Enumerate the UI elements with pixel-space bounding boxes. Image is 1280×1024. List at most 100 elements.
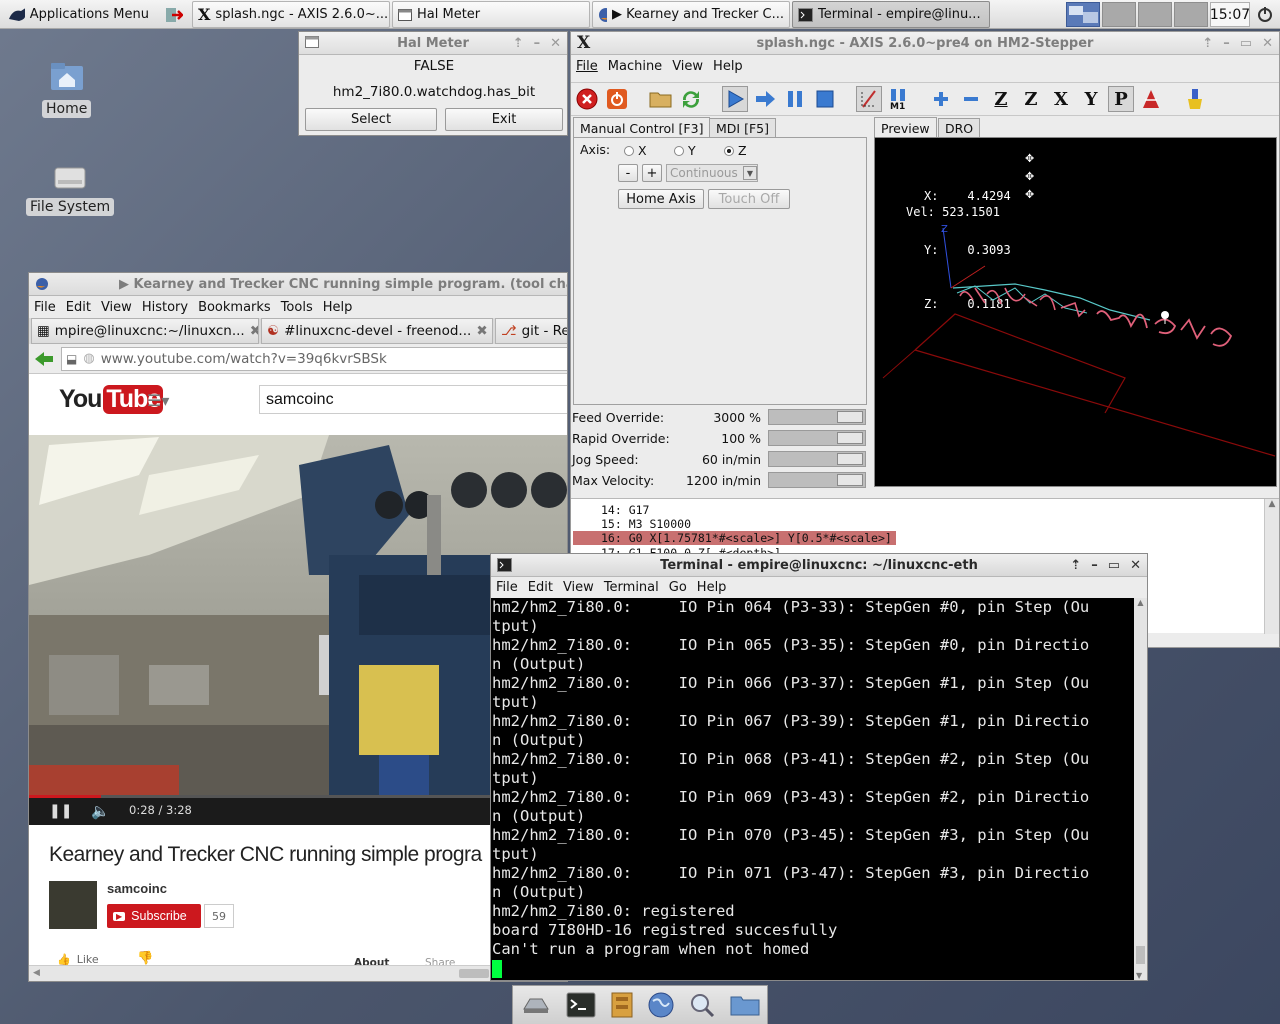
touch-off-button[interactable]: Touch Off: [708, 189, 790, 209]
task-firefox[interactable]: ▶ Kearney and Trecker C...: [592, 1, 790, 28]
maximize-icon[interactable]: ⇡: [1070, 558, 1081, 573]
axis-radio-z[interactable]: Z: [724, 143, 747, 158]
power-icon[interactable]: [1256, 5, 1274, 23]
tab-mdi[interactable]: MDI [F5]: [709, 118, 776, 138]
close-icon[interactable]: ✕: [1262, 36, 1273, 51]
slider-knob[interactable]: [837, 411, 863, 423]
task-axis[interactable]: X splash.ngc - AXIS 2.6.0~...: [192, 1, 390, 28]
close-tab-icon[interactable]: ✖: [250, 323, 258, 339]
menu-file[interactable]: File: [571, 59, 603, 74]
view-x-icon[interactable]: X: [1048, 86, 1074, 112]
tab-manual-control[interactable]: Manual Control [F3]: [573, 117, 711, 138]
video-progress[interactable]: [29, 795, 567, 798]
max-velocity-slider[interactable]: [768, 472, 866, 488]
slider-knob[interactable]: [837, 474, 863, 486]
view-perspective-icon[interactable]: P: [1108, 86, 1134, 112]
menu-edit[interactable]: Edit: [523, 580, 558, 595]
back-icon[interactable]: [33, 349, 55, 369]
terminal-scrollbar[interactable]: ▲ ▼: [1134, 598, 1147, 980]
menu-help[interactable]: Help: [318, 300, 358, 315]
scrollbar-thumb[interactable]: [459, 969, 489, 978]
close-icon[interactable]: ✕: [1130, 558, 1141, 573]
step-icon[interactable]: [752, 86, 778, 112]
gcode-scrollbar[interactable]: ▲: [1264, 499, 1279, 634]
open-file-icon[interactable]: [648, 86, 674, 112]
scroll-left-icon[interactable]: ◀: [33, 968, 40, 978]
restore-icon[interactable]: ▭: [1240, 36, 1252, 51]
view-rotated-z-icon[interactable]: Z: [1018, 86, 1044, 112]
tab-preview[interactable]: Preview: [874, 117, 937, 138]
terminal-launcher-icon[interactable]: [566, 992, 596, 1018]
scroll-down-icon[interactable]: ▼: [1136, 971, 1142, 980]
firefox-tab-terminal[interactable]: ▦mpire@linuxcnc:~/linuxcn... ✖: [31, 318, 259, 344]
workspace-3[interactable]: [1138, 2, 1172, 27]
task-terminal[interactable]: Terminal - empire@linu...: [792, 1, 990, 28]
terminal-titlebar[interactable]: Terminal - empire@linuxcnc: ~/linuxcnc-e…: [491, 554, 1147, 577]
view-z-icon[interactable]: Z: [988, 86, 1014, 112]
slider-knob[interactable]: [837, 453, 863, 465]
channel-avatar[interactable]: [49, 881, 97, 929]
volume-icon[interactable]: 🔈: [91, 802, 110, 820]
show-desktop-icon[interactable]: [520, 993, 552, 1017]
guide-menu-icon[interactable]: ☰▾: [147, 391, 169, 410]
menu-file[interactable]: File: [491, 580, 523, 595]
axis-radio-y[interactable]: Y: [674, 143, 696, 158]
view-y-icon[interactable]: Y: [1078, 86, 1104, 112]
menu-view[interactable]: View: [96, 300, 137, 315]
machine-power-icon[interactable]: [604, 86, 630, 112]
run-icon[interactable]: [722, 86, 748, 112]
firefox-tab-irc[interactable]: ☯ #linuxcnc-devel - freenod... ✖: [261, 318, 493, 344]
clock[interactable]: 15:07: [1210, 2, 1250, 27]
menu-terminal[interactable]: Terminal: [599, 580, 664, 595]
jog-increment-select[interactable]: Continuous ▼: [666, 164, 758, 182]
thumbs-down-icon[interactable]: 👎: [137, 951, 153, 966]
youtube-search-input[interactable]: samcoinc: [259, 385, 567, 414]
menu-tools[interactable]: Tools: [276, 300, 318, 315]
scroll-up-icon[interactable]: ▲: [1265, 499, 1279, 509]
maximize-icon[interactable]: ⇡: [513, 36, 524, 51]
page-info-icon[interactable]: ⬓: [66, 352, 77, 366]
menu-go[interactable]: Go: [664, 580, 692, 595]
stop-icon[interactable]: [812, 86, 838, 112]
block-delete-icon[interactable]: [856, 86, 882, 112]
reload-icon[interactable]: [678, 86, 704, 112]
zoom-out-icon[interactable]: [958, 86, 984, 112]
slider-knob[interactable]: [837, 432, 863, 444]
workspace-1[interactable]: [1066, 2, 1100, 27]
close-tab-icon[interactable]: ✖: [476, 323, 487, 339]
applications-menu[interactable]: Applications Menu: [2, 1, 154, 28]
jog-plus-button[interactable]: +: [642, 164, 662, 182]
axis-titlebar[interactable]: X splash.ngc - AXIS 2.6.0~pre4 on HM2-St…: [571, 32, 1279, 55]
logout-icon[interactable]: [158, 1, 188, 28]
chevron-down-icon[interactable]: ▼: [743, 166, 757, 180]
maximize-icon[interactable]: ⇡: [1202, 36, 1213, 51]
halmeter-titlebar[interactable]: Hal Meter ⇡ – ✕: [299, 32, 567, 55]
channel-name[interactable]: samcoinc: [107, 881, 167, 896]
clear-plot-icon[interactable]: [1182, 86, 1208, 112]
close-icon[interactable]: ✕: [550, 36, 561, 51]
rapid-override-slider[interactable]: [768, 430, 866, 446]
gcode-line[interactable]: 15: M3 S10000: [573, 517, 1263, 531]
workspace-2[interactable]: [1102, 2, 1136, 27]
horizontal-scrollbar[interactable]: ◀: [29, 965, 567, 981]
axis-radio-x[interactable]: X: [624, 143, 647, 158]
jog-minus-button[interactable]: -: [618, 164, 638, 182]
rotate-view-icon[interactable]: [1138, 86, 1164, 112]
scrollbar-thumb[interactable]: [1136, 946, 1145, 964]
menu-view[interactable]: View: [558, 580, 599, 595]
folder-icon[interactable]: [730, 993, 760, 1017]
menu-edit[interactable]: Edit: [61, 300, 96, 315]
workspace-4[interactable]: [1174, 2, 1208, 27]
subscribe-button[interactable]: ▶ Subscribe: [107, 904, 201, 928]
firefox-tab-git[interactable]: ⎇git - Res: [495, 318, 567, 344]
task-halmeter[interactable]: Hal Meter: [392, 1, 590, 28]
menu-view[interactable]: View: [667, 59, 708, 74]
optional-stop-icon[interactable]: M1: [886, 86, 912, 112]
desktop-icon-filesystem[interactable]: File System: [26, 162, 115, 216]
tab-dro[interactable]: DRO: [938, 118, 981, 138]
estop-icon[interactable]: [574, 86, 600, 112]
video-player[interactable]: ❚❚ 🔈 0:28 / 3:28: [29, 435, 567, 825]
url-bar[interactable]: ⬓ ◍ www.youtube.com/watch?v=39q6kvrSBSk: [61, 346, 567, 371]
preview-canvas[interactable]: X: 4.4294 Y: 0.3093 Z: 0.1181 Vel: 523.1…: [874, 137, 1277, 487]
menu-help[interactable]: Help: [708, 59, 748, 74]
